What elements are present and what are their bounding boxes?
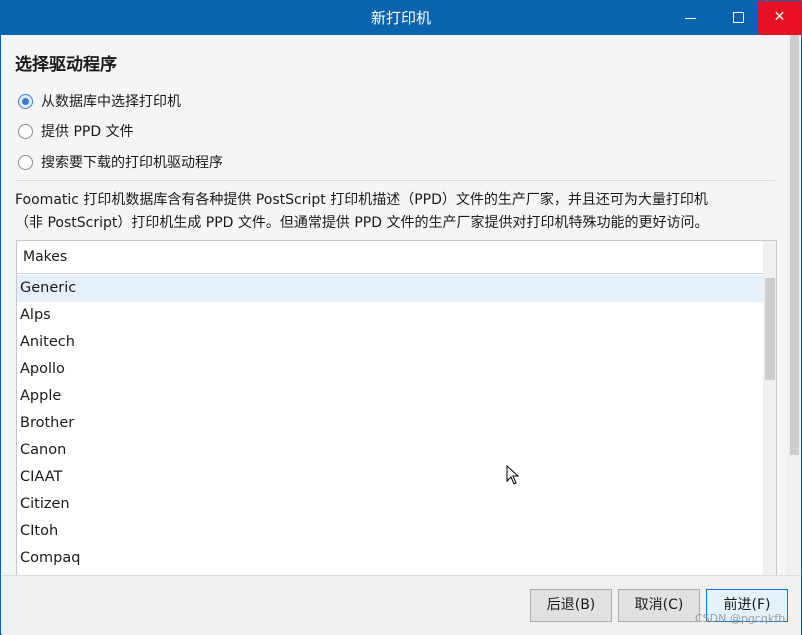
radio-button-icon bbox=[18, 154, 33, 170]
radio-label: 从数据库中选择打印机 bbox=[41, 94, 181, 110]
close-button[interactable]: ✕ bbox=[758, 1, 801, 35]
radio-label: 提供 PPD 文件 bbox=[41, 124, 134, 140]
list-item[interactable]: Generic bbox=[17, 275, 763, 302]
cancel-button[interactable]: 取消(C) bbox=[618, 589, 700, 622]
radio-search-driver-download[interactable]: 搜索要下载的打印机驱动程序 bbox=[18, 151, 223, 173]
radio-button-icon bbox=[18, 123, 33, 139]
list-item[interactable]: CIAAT bbox=[17, 464, 763, 491]
list-item[interactable]: Citizen bbox=[17, 491, 763, 518]
minimize-button[interactable] bbox=[669, 1, 713, 35]
new-printer-window: 新打印机 ✕ 选择驱动程序 从数据库中选择打印机 提供 PPD 文件 搜索要下载… bbox=[0, 0, 802, 635]
description-text: Foomatic 打印机数据库含有各种提供 PostScript 打印机描述（P… bbox=[15, 189, 775, 235]
close-icon: ✕ bbox=[773, 9, 786, 25]
mouse-pointer-icon bbox=[506, 465, 520, 485]
back-button[interactable]: 后退(B) bbox=[530, 589, 612, 622]
radio-label: 搜索要下载的打印机驱动程序 bbox=[41, 155, 223, 171]
page-scrollbar[interactable] bbox=[787, 35, 801, 575]
driver-selection-page: 选择驱动程序 从数据库中选择打印机 提供 PPD 文件 搜索要下载的打印机驱动程… bbox=[2, 35, 787, 576]
watermark-text: CSDN @pgcqkfb bbox=[695, 612, 786, 625]
radio-provide-ppd-file[interactable]: 提供 PPD 文件 bbox=[18, 120, 134, 142]
description-line: Foomatic 打印机数据库含有各种提供 PostScript 打印机描述（P… bbox=[15, 192, 708, 208]
button-bar: 后退(B) 取消(C) 前进(F) bbox=[2, 575, 801, 635]
maximize-button[interactable] bbox=[717, 1, 761, 35]
description-line: （非 PostScript）打印机生成 PPD 文件。但通常提供 PPD 文件的… bbox=[15, 215, 709, 231]
radio-button-icon bbox=[18, 93, 33, 109]
title-bar[interactable]: 新打印机 ✕ bbox=[1, 1, 801, 35]
minimize-icon bbox=[685, 18, 696, 19]
scrollbar-thumb[interactable] bbox=[765, 278, 775, 380]
page-heading: 选择驱动程序 bbox=[15, 55, 117, 75]
list-item[interactable]: Anitech bbox=[17, 329, 763, 356]
makes-column-header[interactable]: Makes bbox=[17, 241, 763, 274]
makes-list-scrollbar[interactable] bbox=[763, 241, 776, 575]
makes-list-rows: Generic Alps Anitech Apollo Apple Brother Cano… bbox=[17, 275, 763, 572]
radio-select-from-database[interactable]: 从数据库中选择打印机 bbox=[18, 90, 181, 112]
list-item[interactable]: Canon bbox=[17, 437, 763, 464]
list-item[interactable]: Compaq bbox=[17, 545, 763, 572]
list-item[interactable]: Apple bbox=[17, 383, 763, 410]
list-item[interactable]: CItoh bbox=[17, 518, 763, 545]
list-item[interactable]: Brother bbox=[17, 410, 763, 437]
maximize-icon bbox=[733, 12, 744, 23]
list-item[interactable]: Apollo bbox=[17, 356, 763, 383]
makes-list[interactable]: Makes Generic Alps Anitech Apollo Apple Broth… bbox=[16, 240, 777, 576]
divider bbox=[15, 180, 775, 181]
list-item[interactable]: Alps bbox=[17, 302, 763, 329]
scrollbar-thumb[interactable] bbox=[790, 35, 799, 455]
